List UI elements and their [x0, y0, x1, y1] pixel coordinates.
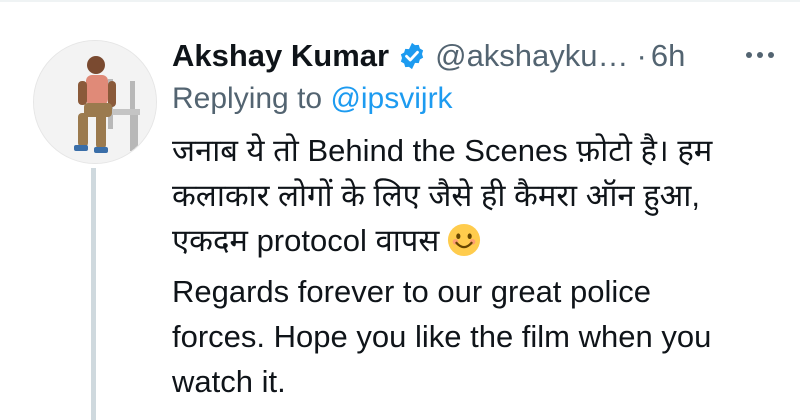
tweet-text-line: एकदम protocol वापस	[172, 218, 782, 269]
timestamp[interactable]: 6h	[651, 38, 685, 74]
smiling-face-icon	[447, 223, 481, 269]
avatar[interactable]	[33, 40, 157, 164]
more-options-button[interactable]	[730, 40, 790, 70]
replying-to-label: Replying to	[172, 82, 331, 115]
tweet-text-line: forces. Hope you like the film when you	[172, 319, 712, 354]
separator-dot: ·	[636, 38, 647, 73]
more-horizontal-icon	[746, 52, 752, 58]
tweet-header: Akshay Kumar @akshayku… · 6h	[172, 32, 685, 80]
author-handle[interactable]: @akshayku…	[435, 38, 628, 74]
tweet-text-line: Regards forever to our great police	[172, 274, 652, 309]
tweet-text-line: जनाब ये तो Behind the Scenes फ़ोटो है। ह…	[172, 133, 713, 168]
reply-mention-link[interactable]: @ipsvijrk	[330, 82, 452, 115]
avatar-photo	[34, 41, 156, 163]
verified-badge-icon	[397, 41, 427, 71]
tweet-text-span: एकदम protocol वापस	[172, 223, 440, 258]
tweet-text: जनाब ये तो Behind the Scenes फ़ोटो है। ह…	[172, 128, 782, 404]
replying-to: Replying to @ipsvijrk	[172, 82, 453, 116]
top-divider	[0, 0, 800, 2]
thread-line	[91, 168, 96, 420]
author-name[interactable]: Akshay Kumar	[172, 38, 389, 74]
tweet-text-line: कलाकार लोगों के लिए जैसे ही कैमरा ऑन हुआ…	[172, 178, 700, 213]
tweet-text-line: watch it.	[172, 364, 286, 399]
